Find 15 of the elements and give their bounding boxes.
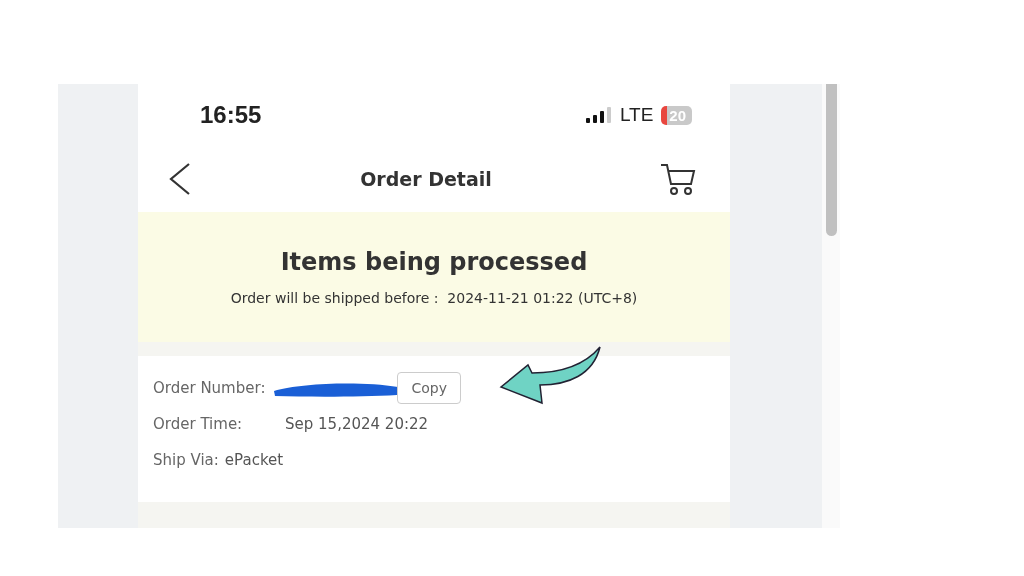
status-time: 16:55 xyxy=(200,101,262,129)
page-title: Order Detail xyxy=(360,168,492,190)
copy-button[interactable]: Copy xyxy=(397,372,461,404)
back-icon[interactable] xyxy=(168,162,192,196)
scrollbar-thumb[interactable] xyxy=(825,84,837,236)
signal-icon xyxy=(585,107,612,123)
field-label: Order Time: xyxy=(153,415,244,433)
field-value: ePacket xyxy=(224,451,284,469)
banner-subtitle: Order will be shipped before : 2024-11-21 01:22 (UTC+8) xyxy=(230,290,638,306)
cart-icon[interactable] xyxy=(660,162,696,196)
banner-title: Items being processed xyxy=(280,248,588,276)
field-label: Order Number: xyxy=(153,379,266,397)
field-value: Sep 15,2024 20:22 xyxy=(285,415,429,433)
field-label: Ship Via: xyxy=(153,451,219,469)
network-label: LTE xyxy=(619,104,654,126)
